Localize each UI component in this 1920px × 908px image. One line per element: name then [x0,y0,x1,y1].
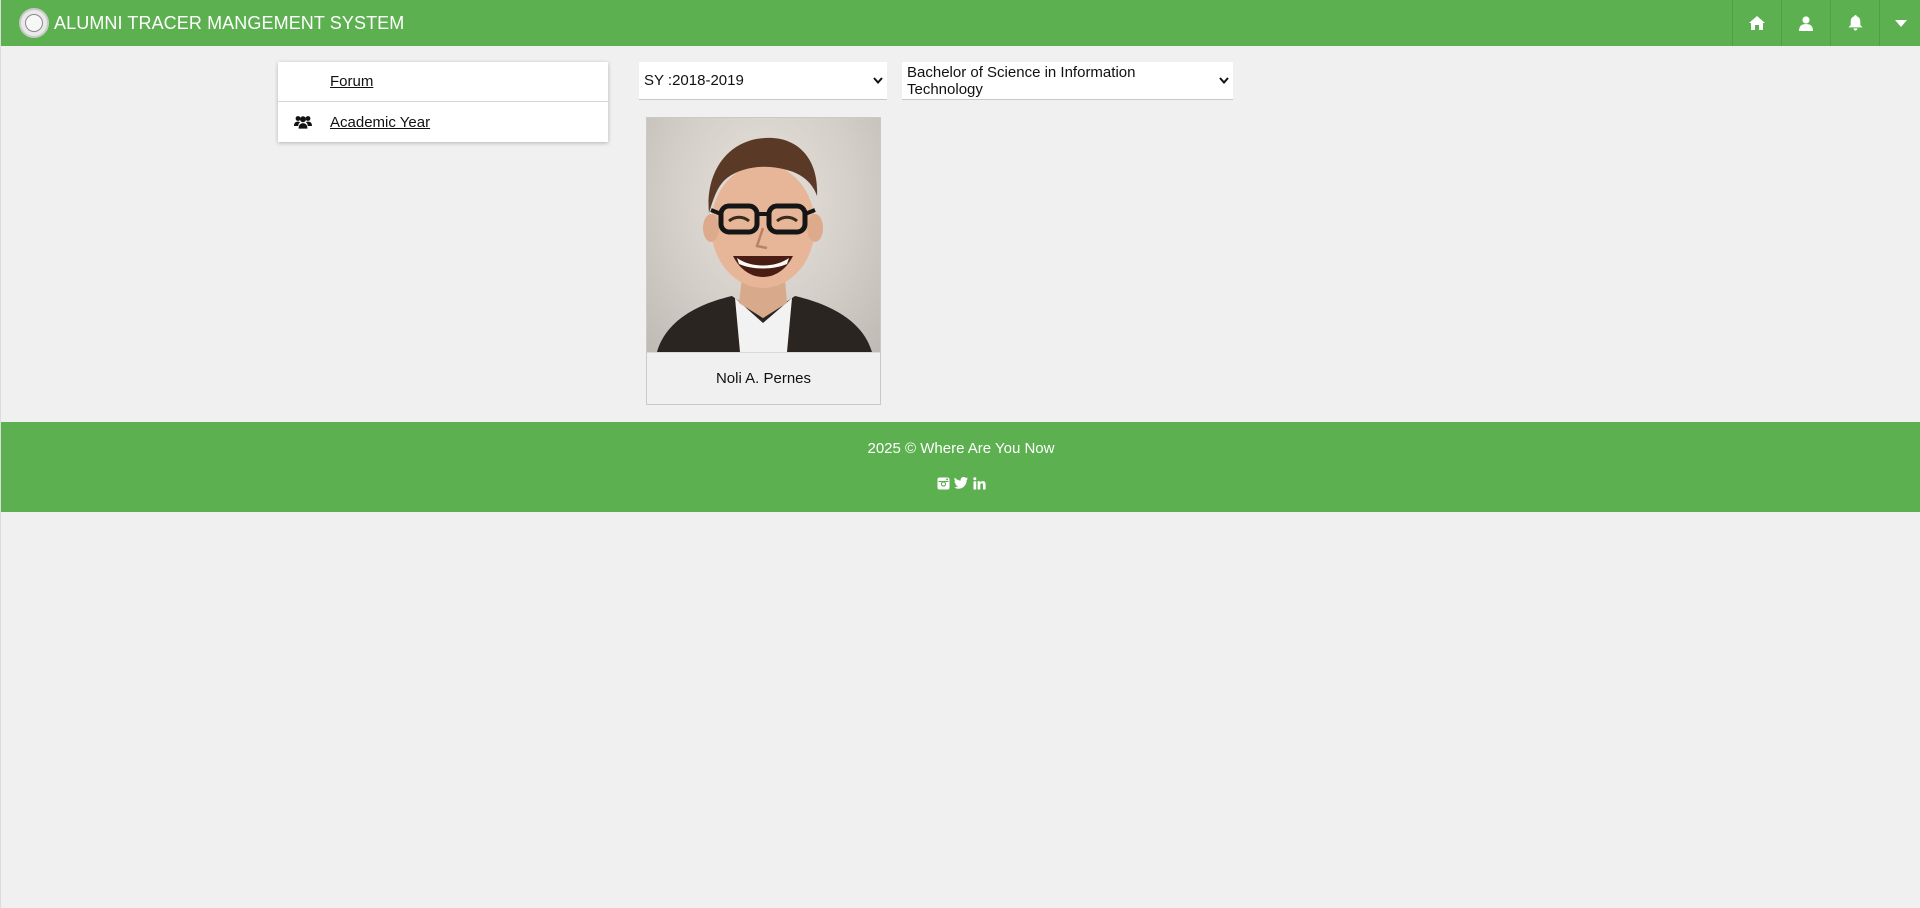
notifications-button[interactable] [1830,0,1879,46]
school-year-select[interactable]: SY :2018-2019 [639,62,887,100]
page: ALUMNI TRACER MANGEMENT SYSTEM Forum Aca… [0,0,1920,908]
profile-button[interactable] [1781,0,1830,46]
school-logo [19,8,49,38]
instagram-link[interactable] [936,476,950,490]
top-navbar: ALUMNI TRACER MANGEMENT SYSTEM [1,0,1920,46]
chevron-down-icon [1219,77,1229,84]
home-icon [1749,16,1765,30]
linkedin-icon [972,476,986,489]
caret-down-icon [1894,19,1907,27]
twitter-icon [954,477,968,489]
footer: 2025 © Where Are You Now [1,422,1920,512]
navbar-actions [1732,0,1920,46]
chevron-down-icon [873,77,883,84]
menu-item-forum[interactable]: Forum [278,62,608,102]
menu-item-academic-year[interactable]: Academic Year [278,102,608,142]
side-menu: Forum Academic Year [278,62,608,142]
course-value: Bachelor of Science in Information Techn… [907,63,1136,98]
home-button[interactable] [1732,0,1781,46]
alumni-name[interactable]: Noli A. Pernes [647,352,880,404]
alumni-card[interactable]: Noli A. Pernes [646,117,881,405]
brand[interactable]: ALUMNI TRACER MANGEMENT SYSTEM [1,8,404,38]
app-title: ALUMNI TRACER MANGEMENT SYSTEM [54,12,405,33]
users-icon [294,116,312,129]
bell-icon [1848,15,1862,31]
twitter-link[interactable] [954,476,968,490]
user-icon [1799,15,1813,31]
social-links [1,476,1920,490]
alumni-photo[interactable] [647,118,880,352]
menu-item-label[interactable]: Forum [330,73,373,90]
alumni-portrait [657,137,872,352]
course-select[interactable]: Bachelor of Science in Information Techn… [902,62,1233,100]
footer-copyright: 2025 © Where Are You Now [867,440,1055,457]
linkedin-link[interactable] [972,476,986,490]
instagram-icon [937,477,949,489]
menu-item-label[interactable]: Academic Year [330,114,430,131]
school-year-value: SY :2018-2019 [644,72,744,89]
account-dropdown-button[interactable] [1879,0,1920,46]
